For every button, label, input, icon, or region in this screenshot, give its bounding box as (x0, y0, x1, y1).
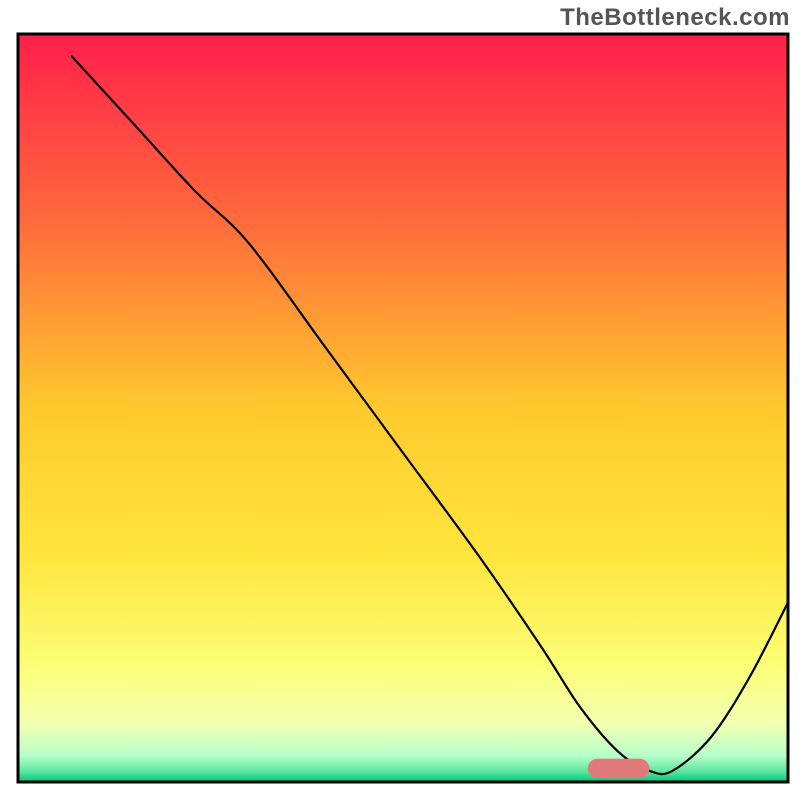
watermark-text: TheBottleneck.com (560, 4, 790, 32)
chart-canvas (0, 0, 800, 800)
optimal-range-marker (588, 759, 650, 778)
bottleneck-chart: TheBottleneck.com (0, 0, 800, 800)
chart-background (18, 34, 788, 782)
